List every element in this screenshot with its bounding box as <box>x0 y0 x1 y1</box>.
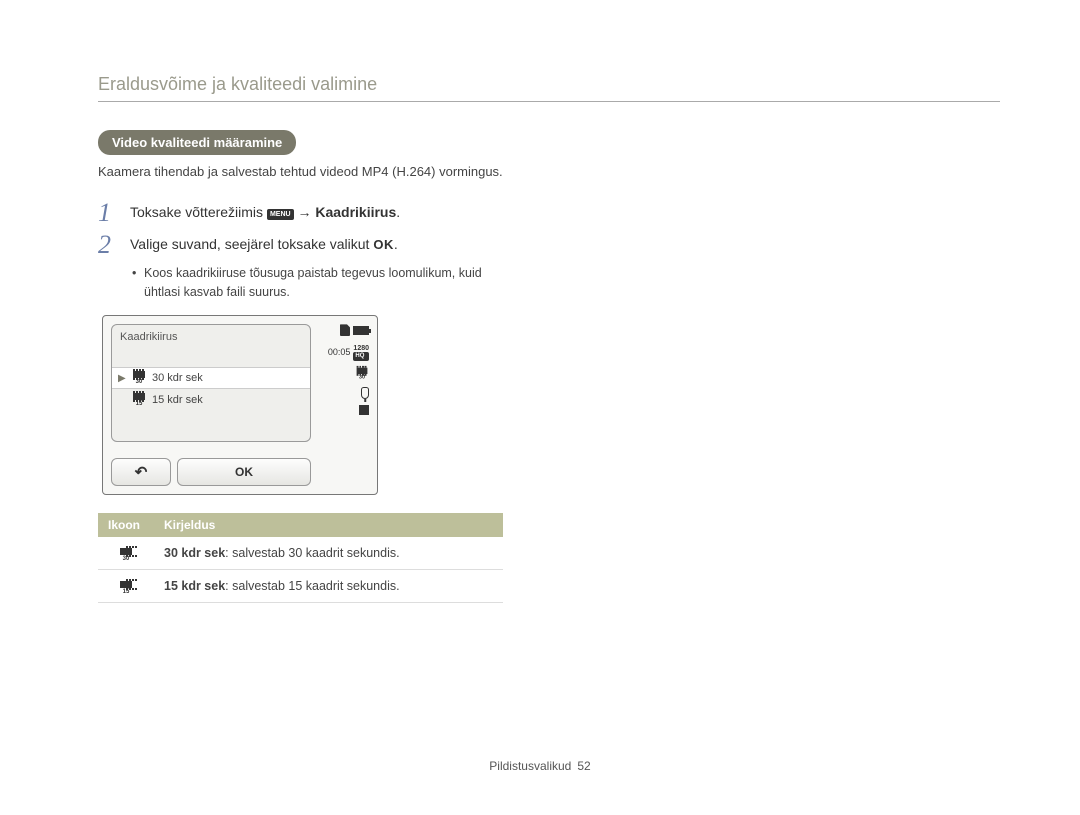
step-number-1: 1 <box>98 200 130 226</box>
ok-button[interactable]: OK <box>177 458 311 486</box>
status-icons: 00:05 1280 HQ 30 <box>319 324 369 414</box>
film-icon: 15 <box>119 581 133 595</box>
description-table: Ikoon Kirjeldus 30 30 kdr sek: salvestab… <box>98 513 503 603</box>
section-pill: Video kvaliteedi määramine <box>98 130 296 155</box>
ok-icon: OK <box>373 237 394 252</box>
table-row: 15 15 kdr sek: salvestab 15 kaadrit seku… <box>98 570 503 603</box>
film-icon: 30 <box>119 548 133 562</box>
step-2-text: Valige suvand, seejärel toksake valikut … <box>130 232 398 252</box>
page-footer: Pildistusvalikud52 <box>0 759 1080 773</box>
col-icon: Ikoon <box>98 513 154 537</box>
step-1-text: Toksake võtterežiimis MENU → Kaadrikiiru… <box>130 200 400 220</box>
resolution-badge: 1280 HQ <box>353 342 369 360</box>
sub-bullet-item: Koos kaadrikiiruse tõusuga paistab tegev… <box>132 264 513 302</box>
battery-icon <box>353 326 369 335</box>
microphone-icon <box>361 387 369 399</box>
sd-card-icon <box>340 324 350 336</box>
film-icon: 15 <box>132 393 146 407</box>
film-icon: 30 <box>356 367 369 380</box>
page-title: Eraldusvõime ja kvaliteedi valimine <box>98 74 1000 102</box>
intro-text: Kaamera tihendab ja salvestab tehtud vid… <box>98 163 513 182</box>
sub-bullet-list: Koos kaadrikiiruse tõusuga paistab tegev… <box>132 264 513 302</box>
option-30fps[interactable]: ▶ 30 30 kdr sek <box>112 367 310 389</box>
selected-arrow-icon: ▶ <box>118 373 126 384</box>
panel-title: Kaadrikiirus <box>112 331 310 343</box>
step-list: 1 Toksake võtterežiimis MENU → Kaadrikii… <box>98 200 513 258</box>
option-15fps[interactable]: ▶ 15 15 kdr sek <box>112 389 310 411</box>
option-30-label: 30 kdr sek <box>152 372 203 384</box>
step-number-2: 2 <box>98 232 130 258</box>
film-icon: 30 <box>132 371 146 385</box>
grid-icon <box>359 405 369 415</box>
framerate-panel: Kaadrikiirus ▶ 30 30 kdr sek ▶ 15 15 kdr… <box>111 324 311 442</box>
camera-screenshot: Kaadrikiirus ▶ 30 30 kdr sek ▶ 15 15 kdr… <box>102 315 378 495</box>
menu-icon: MENU <box>267 209 294 220</box>
record-time: 00:05 <box>328 347 351 357</box>
table-row: 30 30 kdr sek: salvestab 30 kaadrit seku… <box>98 537 503 570</box>
col-description: Kirjeldus <box>154 513 503 537</box>
back-button[interactable]: ↶ <box>111 458 171 486</box>
option-15-label: 15 kdr sek <box>152 394 203 406</box>
